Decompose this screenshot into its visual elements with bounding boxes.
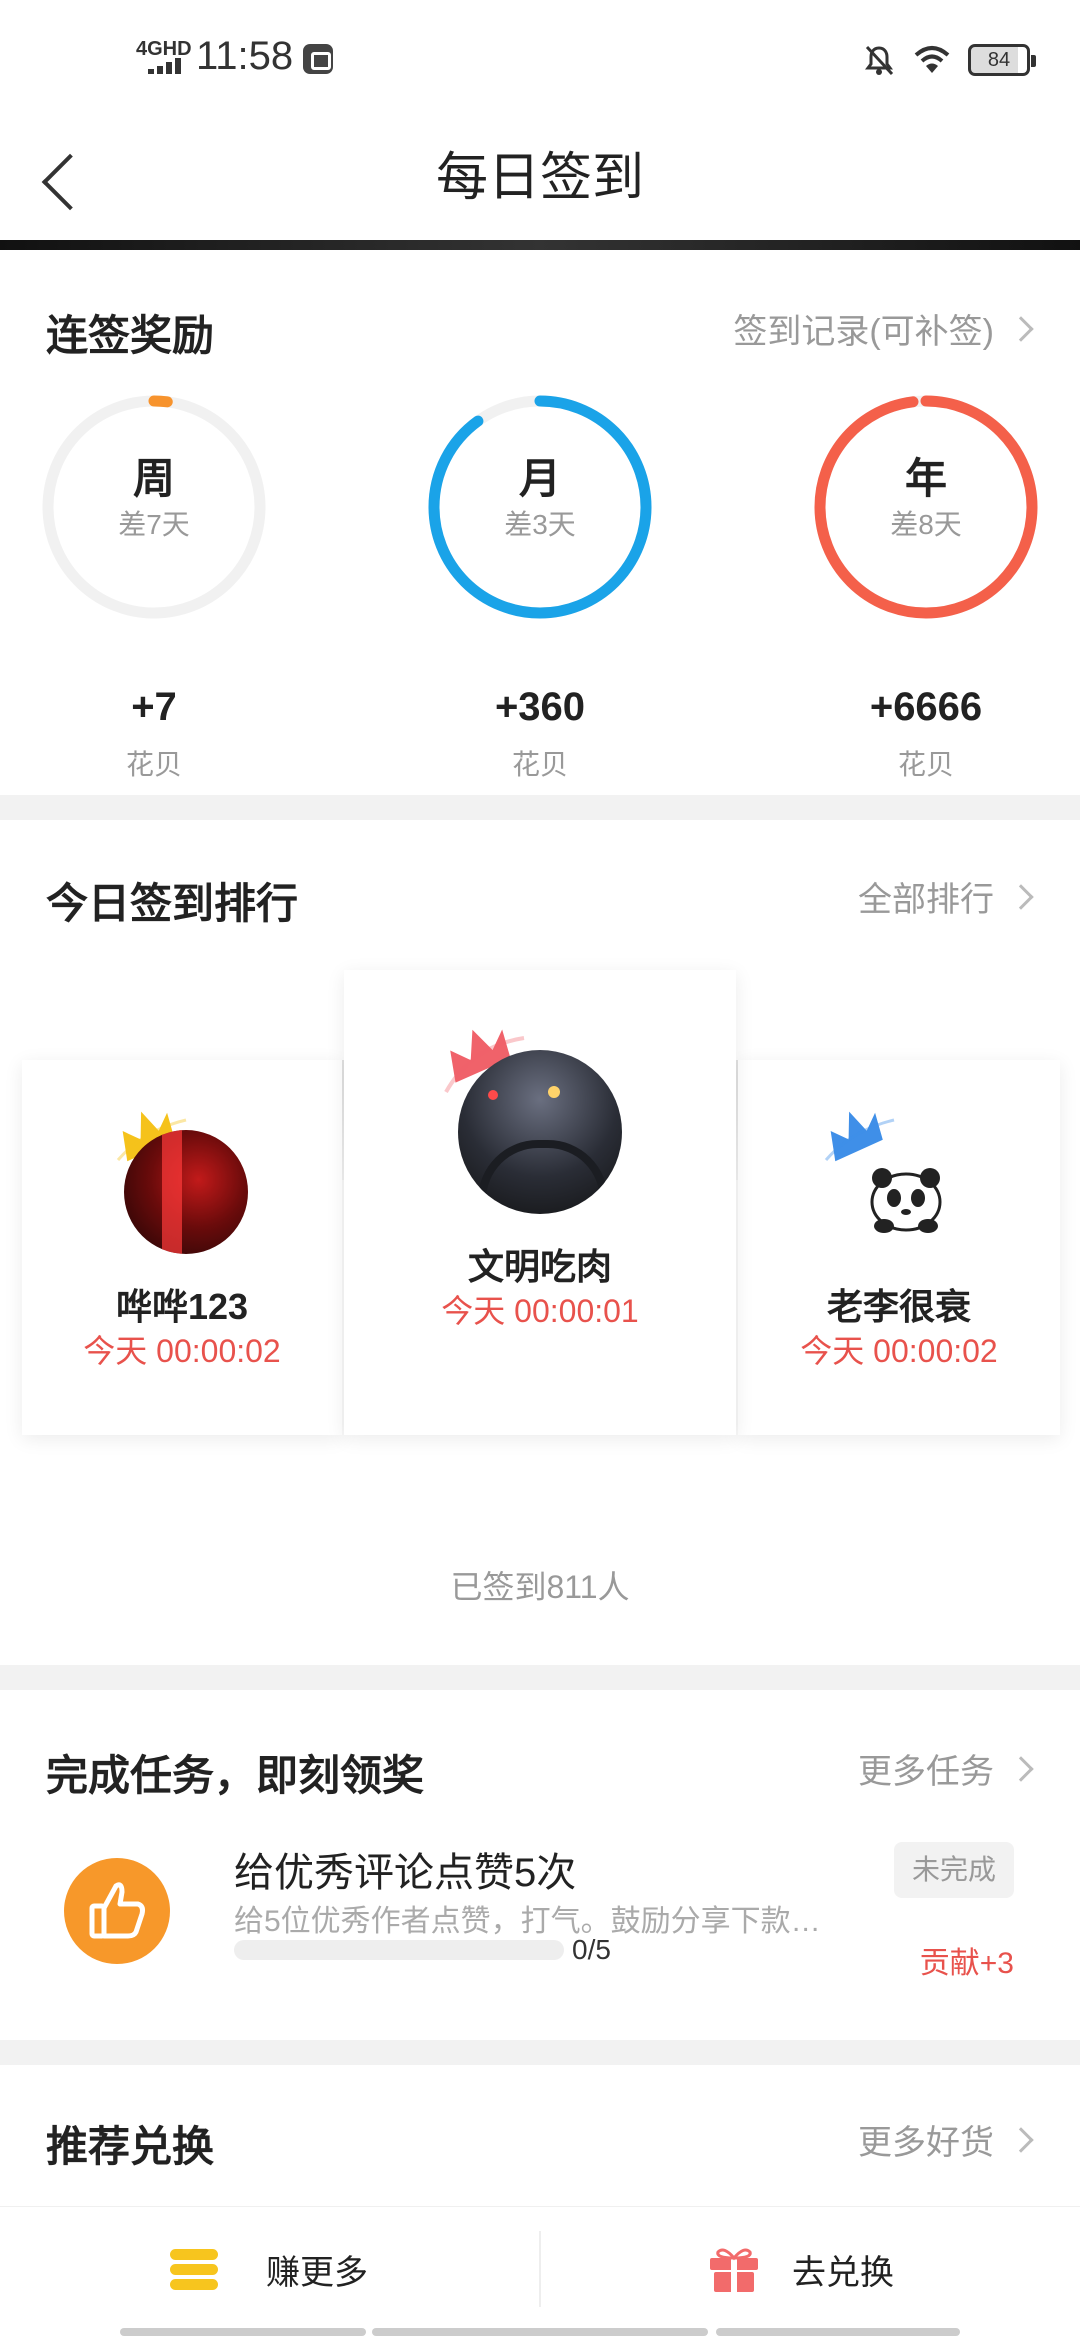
app-root: 4GHD 11:58 84 每日签到 连签奖励 签到记录(可补签) 周 差7天 …	[0, 0, 1080, 2340]
section-title-streak: 连签奖励	[46, 312, 215, 359]
more-goods-link[interactable]: 更多好货	[858, 2115, 1034, 2164]
ring-month-label: 月	[518, 455, 561, 502]
page-title: 每日签到	[435, 149, 644, 207]
chevron-right-icon	[1008, 315, 1034, 342]
streak-card: 连签奖励 签到记录(可补签) 周 差7天 +7 花贝 月 差3天 +360 花贝	[0, 250, 1080, 795]
task-title: 给优秀评论点赞5次	[234, 1851, 577, 1895]
home-indicator-segment	[716, 2328, 960, 2336]
ring-month[interactable]: 月 差3天 +360 花贝	[420, 395, 660, 780]
signal-icon	[148, 58, 184, 74]
ring-year-unit: 花贝	[897, 749, 954, 780]
wifi-icon	[914, 46, 950, 73]
avatar-light	[548, 1086, 560, 1098]
signed-count: 已签到811人	[450, 1569, 630, 1605]
task-reward: 贡献+3	[919, 1947, 1014, 1980]
rank-time: 今天 00:00:02	[83, 1333, 281, 1369]
avatar	[124, 1130, 248, 1254]
all-ranking-link[interactable]: 全部排行	[858, 872, 1034, 921]
home-indicator-segment	[120, 2328, 366, 2336]
avatar	[848, 1136, 964, 1252]
earn-more-button[interactable]: 赚更多	[166, 2207, 368, 2331]
rank-name: 文明吃肉	[467, 1246, 612, 1287]
thumbs-up-glyph	[89, 1882, 145, 1939]
chevron-right-icon	[1008, 883, 1034, 910]
rank-card-1[interactable]: 文明吃肉 今天 00:00:01	[344, 970, 736, 1435]
more-goods-label: 更多好货	[858, 2124, 994, 2162]
more-tasks-label: 更多任务	[858, 1753, 994, 1791]
all-ranking-label: 全部排行	[858, 881, 994, 919]
chevron-right-icon	[1008, 2126, 1034, 2153]
rank-name: 老李很衰	[826, 1286, 971, 1327]
ring-year-reward: +6666	[869, 685, 983, 729]
rank-time: 今天 00:00:01	[441, 1293, 639, 1329]
nav-divider	[0, 240, 1080, 250]
ring-month-reward: +360	[494, 685, 586, 729]
ring-week-remaining: 差7天	[118, 509, 190, 540]
ring-year-remaining: 差8天	[890, 509, 962, 540]
thumbs-up-icon	[64, 1858, 170, 1964]
section-title-exchange: 推荐兑换	[46, 2123, 215, 2170]
bottom-bar: 赚更多 去兑换	[0, 2206, 1080, 2340]
ring-month-remaining: 差3天	[504, 509, 576, 540]
ranking-card: 今日签到排行 全部排行 哗哗123 今天 00:00:02 老李很衰 今天 00…	[0, 820, 1080, 1665]
more-tasks-link[interactable]: 更多任务	[858, 1744, 1034, 1793]
panda-avatar-icon	[870, 1168, 942, 1233]
avatar-wheel	[478, 1140, 608, 1200]
battery-icon: 84	[968, 44, 1036, 76]
avatar	[458, 1050, 622, 1214]
ring-week[interactable]: 周 差7天 +7 花贝	[34, 395, 274, 780]
ring-week-label: 周	[132, 455, 175, 502]
coins-icon	[170, 2249, 218, 2290]
clock: 11:58	[196, 34, 294, 78]
ring-year-label: 年	[904, 455, 947, 502]
rank-card-2[interactable]: 哗哗123 今天 00:00:02	[22, 1060, 342, 1435]
ring-week-unit: 花贝	[125, 749, 182, 780]
section-title-ranking: 今日签到排行	[46, 880, 299, 927]
task-progress-bar	[234, 1940, 564, 1960]
status-bar: 4GHD 11:58 84	[0, 0, 1080, 110]
avatar-light	[488, 1090, 498, 1100]
home-indicator-segment	[372, 2328, 708, 2336]
bottom-divider	[539, 2231, 541, 2307]
section-title-tasks: 完成任务，即刻领奖	[46, 1752, 425, 1799]
task-progress: 0/5	[572, 1934, 611, 1965]
chevron-right-icon	[1008, 1755, 1034, 1782]
sign-record-label: 签到记录(可补签)	[733, 313, 994, 351]
earn-more-label: 赚更多	[266, 2253, 368, 2292]
notification-app-icon	[303, 44, 333, 74]
task-status-button[interactable]: 未完成	[894, 1842, 1014, 1898]
rank-time: 今天 00:00:02	[800, 1333, 998, 1369]
ring-week-reward: +7	[131, 685, 177, 729]
exchange-button[interactable]: 去兑换	[706, 2207, 894, 2331]
status-icons: 84	[862, 40, 1036, 80]
rank-name: 哗哗123	[115, 1286, 249, 1327]
mute-icon	[865, 45, 894, 76]
avatar-stripe	[162, 1130, 182, 1254]
ring-year[interactable]: 年 差8天 +6666 花贝	[806, 395, 1046, 780]
gift-icon	[710, 2248, 758, 2292]
network-type: 4GHD	[136, 38, 192, 60]
exchange-label: 去兑换	[792, 2253, 894, 2292]
rank-card-3[interactable]: 老李很衰 今天 00:00:02	[738, 1060, 1060, 1435]
ring-month-unit: 花贝	[511, 749, 568, 780]
task-description: 给5位优秀作者点赞，打气。鼓励分享下款…	[234, 1905, 821, 1938]
nav-bar: 每日签到	[0, 110, 1080, 240]
exchange-card: 推荐兑换 更多好货	[0, 2065, 1080, 2206]
sign-record-link[interactable]: 签到记录(可补签)	[733, 304, 1034, 353]
